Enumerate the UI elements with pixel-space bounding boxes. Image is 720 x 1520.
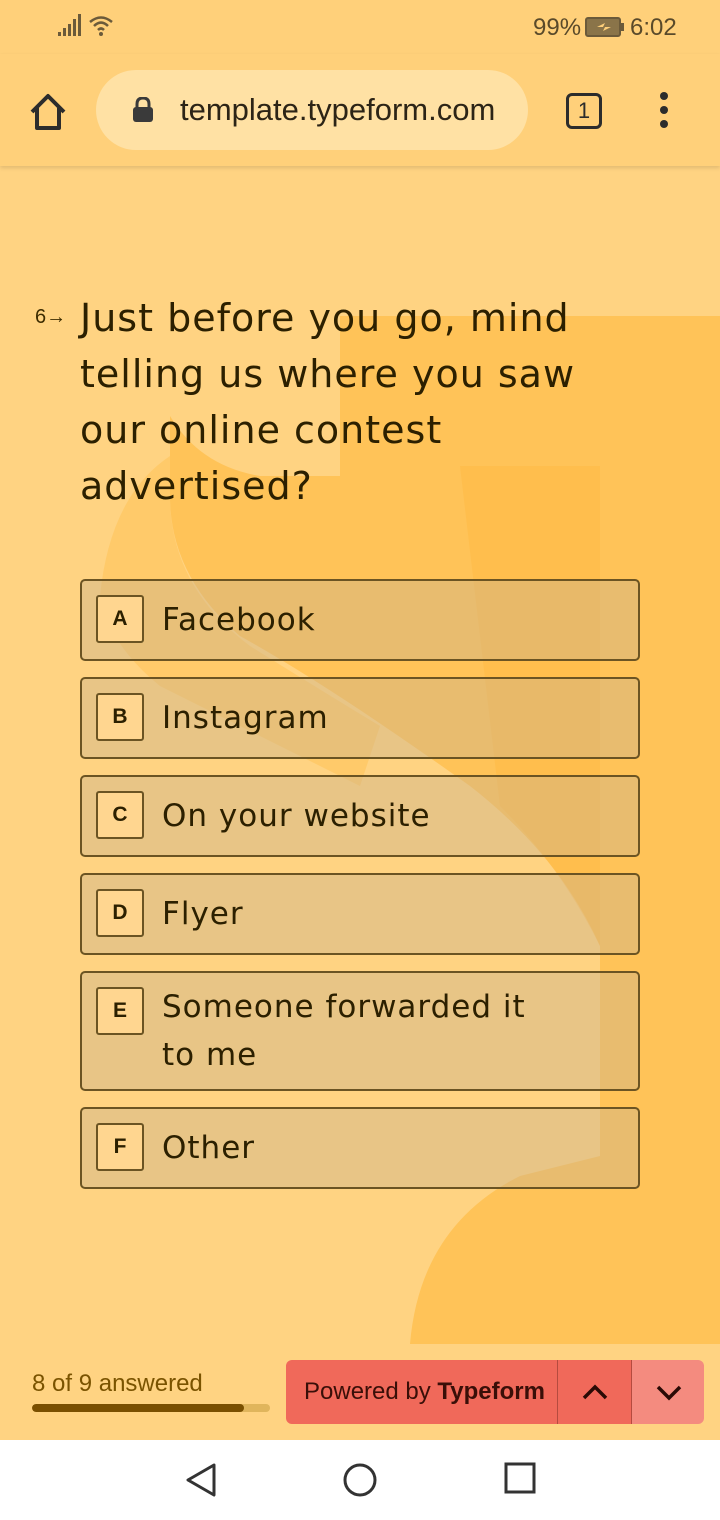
option-label: Flyer: [162, 896, 244, 932]
battery-percent: 99%: [533, 14, 582, 41]
status-bar: 99% 6:02: [0, 0, 720, 54]
progress-bar: [32, 1404, 270, 1412]
option-facebook[interactable]: A Facebook: [80, 579, 640, 661]
url-text: template.typeform.com: [180, 92, 496, 127]
answer-options: A Facebook B Instagram C On your website…: [80, 579, 640, 1205]
option-website[interactable]: C On your website: [80, 775, 640, 857]
form-content: 6→ Just before you go, mind telling us w…: [0, 166, 720, 1344]
battery-icon: [585, 17, 624, 37]
option-flyer[interactable]: D Flyer: [80, 873, 640, 955]
signal-icon: [58, 14, 81, 36]
overflow-menu-icon[interactable]: [654, 92, 674, 132]
browser-toolbar: template.typeform.com 1: [0, 54, 720, 166]
question-title: Just before you go, mind telling us wher…: [80, 296, 576, 508]
option-key: A: [96, 595, 144, 643]
option-key: D: [96, 889, 144, 937]
option-key: C: [96, 791, 144, 839]
option-other[interactable]: F Other: [80, 1107, 640, 1189]
tab-switcher-button[interactable]: 1: [566, 93, 602, 129]
recent-apps-icon[interactable]: [504, 1462, 536, 1494]
chevron-up-icon: [582, 1384, 608, 1400]
powered-by-brand: Typeform: [437, 1378, 545, 1405]
form-footer: 8 of 9 answered Powered by Typeform: [0, 1344, 720, 1440]
progress-fill: [32, 1404, 244, 1412]
progress-text: 8 of 9 answered: [32, 1370, 203, 1397]
clock: 6:02: [630, 14, 677, 41]
option-key: F: [96, 1123, 144, 1171]
back-icon[interactable]: [184, 1462, 218, 1498]
option-key: E: [96, 987, 144, 1035]
wifi-icon: [89, 16, 113, 36]
question-number: 6→: [35, 306, 67, 328]
powered-by-typeform-link[interactable]: Powered by Typeform: [286, 1360, 558, 1424]
option-label: On your website: [162, 798, 431, 834]
option-key: B: [96, 693, 144, 741]
system-navigation-bar: [0, 1440, 720, 1520]
chevron-down-icon: [656, 1385, 682, 1401]
home-icon[interactable]: [26, 90, 70, 134]
home-circle-icon[interactable]: [342, 1462, 378, 1498]
option-label: Instagram: [162, 700, 329, 736]
previous-question-button[interactable]: [557, 1360, 631, 1424]
next-question-button[interactable]: [631, 1360, 704, 1424]
address-bar[interactable]: template.typeform.com: [96, 70, 528, 150]
option-instagram[interactable]: B Instagram: [80, 677, 640, 759]
option-label: Other: [162, 1130, 256, 1166]
option-label: Facebook: [162, 602, 316, 638]
powered-by-prefix: Powered by: [304, 1378, 438, 1405]
lock-icon: [133, 97, 153, 122]
option-forwarded[interactable]: E Someone forwarded it to me: [80, 971, 640, 1091]
option-label: Someone forwarded it to me: [162, 989, 526, 1073]
